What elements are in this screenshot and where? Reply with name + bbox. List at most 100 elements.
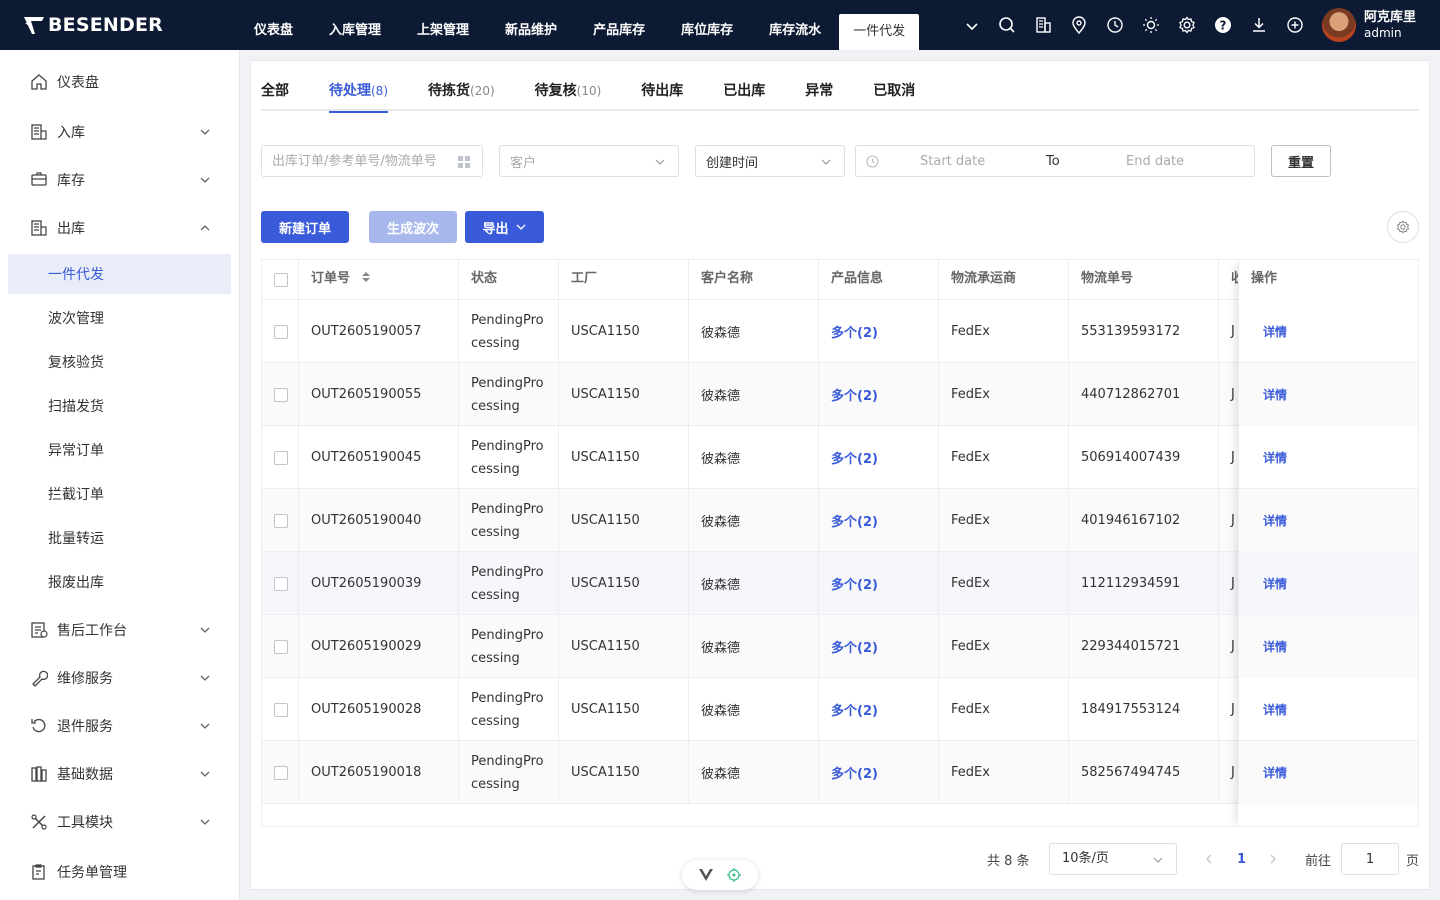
nav-more-chevron-icon[interactable] <box>962 16 982 36</box>
nav-location-stock[interactable]: 库位库存 <box>663 0 751 50</box>
col-order-no[interactable]: 订单号 <box>299 260 459 300</box>
row-checkbox[interactable] <box>274 387 288 402</box>
product-info-link[interactable]: 多个(2) <box>831 322 878 341</box>
sort-icon[interactable] <box>361 271 371 283</box>
vue-logo-icon[interactable] <box>699 869 713 881</box>
building-icon[interactable] <box>1032 14 1054 36</box>
grid-icon[interactable] <box>458 156 470 168</box>
sidebar-item-aftersale[interactable]: 售后工作台 <box>8 610 231 650</box>
target-icon[interactable] <box>727 868 741 882</box>
tab-to-pick[interactable]: 待拣货(20) <box>428 79 495 111</box>
clock-icon[interactable] <box>1104 14 1126 36</box>
tab-to-ship[interactable]: 待出库 <box>641 79 683 111</box>
tab-cancelled[interactable]: 已取消 <box>873 79 915 111</box>
new-order-button[interactable]: 新建订单 <box>261 211 349 243</box>
nav-inbound[interactable]: 入库管理 <box>311 0 399 50</box>
row-checkbox[interactable] <box>274 639 288 654</box>
detail-link[interactable]: 详情 <box>1263 764 1287 781</box>
goto-page-input[interactable] <box>1341 843 1399 875</box>
sidebar-item-inventory[interactable]: 库存 <box>8 160 231 200</box>
gear-icon[interactable] <box>1176 14 1198 36</box>
row-checkbox[interactable] <box>274 324 288 339</box>
search-icon[interactable] <box>996 14 1018 36</box>
detail-link[interactable]: 详情 <box>1263 575 1287 592</box>
row-checkbox[interactable] <box>274 702 288 717</box>
tab-to-review[interactable]: 待复核(10) <box>535 79 602 111</box>
page-number-current[interactable]: 1 <box>1237 843 1246 875</box>
detail-link[interactable]: 详情 <box>1263 701 1287 718</box>
next-page-button[interactable] <box>1267 843 1279 875</box>
table-row[interactable]: OUT2605190018 PendingProcessing USCA1150 彼森… <box>262 741 1418 804</box>
row-checkbox[interactable] <box>274 513 288 528</box>
product-info-link[interactable]: 多个(2) <box>831 637 878 656</box>
date-range-picker[interactable]: Start date To End date <box>855 145 1255 177</box>
sidebar-item-dashboard[interactable]: 仪表盘 <box>8 62 231 102</box>
table-settings-button[interactable] <box>1387 211 1419 243</box>
download-icon[interactable] <box>1248 14 1270 36</box>
location-icon[interactable] <box>1068 14 1090 36</box>
tab-exception[interactable]: 异常 <box>805 79 833 111</box>
table-row[interactable]: OUT2605190045 PendingProcessing USCA1150 彼森… <box>262 426 1418 489</box>
product-info-link[interactable]: 多个(2) <box>831 574 878 593</box>
detail-link[interactable]: 详情 <box>1263 449 1287 466</box>
order-search-input[interactable] <box>272 153 452 169</box>
sidebar-item-inbound[interactable]: 入库 <box>8 112 231 152</box>
nav-new-product[interactable]: 新品维护 <box>487 0 575 50</box>
sidebar-sub-review[interactable]: 复核验货 <box>8 342 231 382</box>
sidebar-item-basedata[interactable]: 基础数据 <box>8 754 231 794</box>
nav-dashboard[interactable]: 仪表盘 <box>236 0 311 50</box>
sidebar-sub-scrap[interactable]: 报废出库 <box>8 562 231 602</box>
generate-wave-button[interactable]: 生成波次 <box>369 211 457 243</box>
start-date-input[interactable]: Start date <box>920 154 985 169</box>
row-checkbox[interactable] <box>274 765 288 780</box>
time-type-select[interactable]: 创建时间 <box>695 145 845 177</box>
sidebar-sub-wave[interactable]: 波次管理 <box>8 298 231 338</box>
sidebar-item-tasks[interactable]: 任务单管理 <box>8 852 231 892</box>
table-row[interactable]: OUT2605190028 PendingProcessing USCA1150 彼森… <box>262 678 1418 741</box>
table-row[interactable]: OUT2605190029 PendingProcessing USCA1150 彼森… <box>262 615 1418 678</box>
tab-pending[interactable]: 待处理(8) <box>329 79 388 113</box>
tab-all[interactable]: 全部 <box>261 79 289 111</box>
select-all-checkbox[interactable] <box>274 273 288 287</box>
sidebar-sub-dropshipping[interactable]: 一件代发 <box>8 254 231 294</box>
sidebar-item-repair[interactable]: 维修服务 <box>8 658 231 698</box>
sidebar-item-outbound[interactable]: 出库 <box>8 208 231 248</box>
page-size-select[interactable]: 10条/页 <box>1049 843 1177 875</box>
user-profile[interactable]: 阿克库里 admin <box>1322 8 1416 42</box>
table-row[interactable]: OUT2605190057 PendingProcessing USCA1150 彼森… <box>262 300 1418 363</box>
detail-link[interactable]: 详情 <box>1263 512 1287 529</box>
sidebar-item-return[interactable]: 退件服务 <box>8 706 231 746</box>
nav-putaway[interactable]: 上架管理 <box>399 0 487 50</box>
nav-product-stock[interactable]: 产品库存 <box>575 0 663 50</box>
avatar[interactable] <box>1322 8 1356 42</box>
table-row[interactable]: OUT2605190039 PendingProcessing USCA1150 彼森… <box>262 552 1418 615</box>
detail-link[interactable]: 详情 <box>1263 323 1287 340</box>
product-info-link[interactable]: 多个(2) <box>831 763 878 782</box>
product-info-link[interactable]: 多个(2) <box>831 448 878 467</box>
add-circle-icon[interactable] <box>1284 14 1306 36</box>
sidebar-item-tools[interactable]: 工具模块 <box>8 802 231 842</box>
sidebar-sub-transfer[interactable]: 批量转运 <box>8 518 231 558</box>
tab-shipped[interactable]: 已出库 <box>723 79 765 111</box>
help-icon[interactable]: ? <box>1212 14 1234 36</box>
row-checkbox[interactable] <box>274 450 288 465</box>
sun-icon[interactable] <box>1140 14 1162 36</box>
table-row[interactable]: OUT2605190055 PendingProcessing USCA1150 彼森… <box>262 363 1418 426</box>
export-button[interactable]: 导出 <box>465 211 544 243</box>
sidebar-sub-scan-ship[interactable]: 扫描发货 <box>8 386 231 426</box>
product-info-link[interactable]: 多个(2) <box>831 511 878 530</box>
table-row[interactable]: OUT2605190040 PendingProcessing USCA1150 彼森… <box>262 489 1418 552</box>
prev-page-button[interactable] <box>1203 843 1215 875</box>
end-date-input[interactable]: End date <box>1126 154 1184 169</box>
sidebar-sub-intercept[interactable]: 拦截订单 <box>8 474 231 514</box>
product-info-link[interactable]: 多个(2) <box>831 700 878 719</box>
detail-link[interactable]: 详情 <box>1263 386 1287 403</box>
sidebar-sub-exception[interactable]: 异常订单 <box>8 430 231 470</box>
product-info-link[interactable]: 多个(2) <box>831 385 878 404</box>
detail-link[interactable]: 详情 <box>1263 638 1287 655</box>
row-checkbox[interactable] <box>274 576 288 591</box>
customer-select[interactable]: 客户 <box>499 145 679 177</box>
nav-stock-flow[interactable]: 库存流水 <box>751 0 839 50</box>
nav-dropshipping[interactable]: 一件代发 <box>839 14 920 50</box>
logo[interactable]: BESENDER <box>22 12 163 38</box>
